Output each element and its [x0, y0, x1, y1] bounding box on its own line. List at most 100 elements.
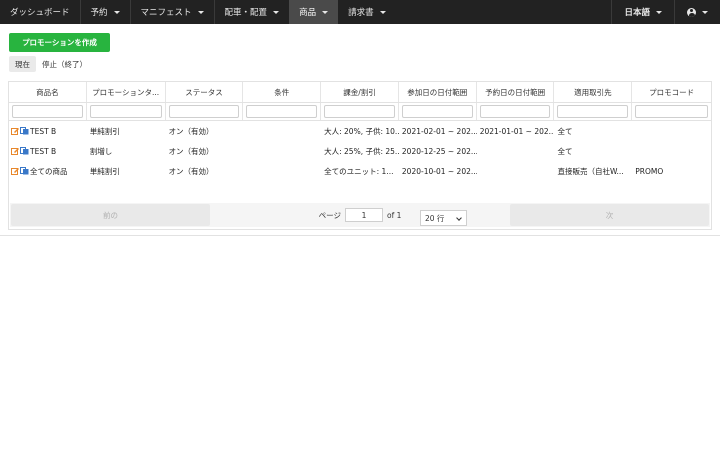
- nav-products-label: 商品: [299, 8, 317, 18]
- edit-icon[interactable]: [11, 167, 19, 175]
- column-header[interactable]: ステータス: [166, 82, 244, 102]
- nav-dashboard[interactable]: ダッシュボード: [0, 0, 80, 24]
- caret-down-icon: [197, 10, 204, 14]
- filter-input[interactable]: [168, 105, 240, 118]
- table-header: 商品名 プロモーションタ... ステータス 条件 課金/割引 参加日の日付範囲 …: [9, 82, 711, 103]
- table-cell: 大人: 20%, 子供: 10...: [324, 126, 399, 136]
- filter-input[interactable]: [246, 105, 318, 118]
- table-cell: 全て: [557, 146, 573, 156]
- top-navbar: ダッシュボード 予約 マニフェスト 配車・配置 商品 請求書 日本語: [0, 0, 720, 24]
- table-cell: 2020-12-25 ~ 202...: [401, 146, 477, 156]
- caret-down-icon: [273, 10, 280, 14]
- table-cell: オン（有効）: [168, 166, 214, 176]
- tab-stopped[interactable]: 停止（終了）: [36, 56, 93, 72]
- filter-cell: [9, 103, 87, 120]
- copy-icon[interactable]: [20, 147, 29, 155]
- filter-input[interactable]: [12, 105, 83, 118]
- column-header[interactable]: 参加日の日付範囲: [399, 82, 477, 102]
- column-header[interactable]: 適用取引先: [554, 82, 633, 102]
- filter-cell: [399, 103, 477, 120]
- caret-down-icon: [656, 10, 662, 14]
- table-cell: 単純割引: [89, 166, 120, 176]
- page-number-input[interactable]: 1: [344, 208, 383, 222]
- filter-cell: [321, 103, 399, 120]
- caret-down-icon: [322, 10, 329, 14]
- column-header[interactable]: 課金/割引: [321, 82, 399, 102]
- user-menu[interactable]: [675, 0, 720, 24]
- table-cell: 大人: 25%, 子供: 25...: [324, 146, 399, 156]
- caret-down-icon: [702, 10, 708, 14]
- table-cell: [243, 141, 321, 161]
- create-promotion-button[interactable]: プロモーションを作成: [9, 33, 110, 52]
- table-cell: 直接販売（自社W...: [557, 166, 624, 176]
- nav-products[interactable]: 商品: [289, 0, 339, 24]
- page-controls: ページ 1 of 1 20 行: [211, 208, 509, 226]
- nav-reservations-label: 予約: [90, 8, 108, 18]
- content-divider: [0, 235, 720, 236]
- column-header[interactable]: プロモコード: [632, 82, 711, 102]
- table-cell: 単純割引: [89, 126, 120, 136]
- column-header[interactable]: 条件: [243, 82, 322, 102]
- copy-icon[interactable]: [20, 127, 29, 135]
- user-circle-icon: [687, 7, 696, 17]
- rows-per-page-select[interactable]: 20 行: [420, 210, 467, 226]
- table-row[interactable]: 全ての商品 単純割引 オン（有効） 全てのユニット: 1... 2020-10-…: [9, 161, 711, 181]
- nav-manifest[interactable]: マニフェスト: [131, 0, 214, 24]
- table-cell: [477, 141, 555, 161]
- nav-invoices-label: 請求書: [348, 8, 374, 18]
- chevron-down-icon: [456, 215, 462, 221]
- table-cell: [632, 121, 711, 141]
- filter-cell: [87, 103, 166, 120]
- pagination: 前の ページ 1 of 1 20 行 次: [10, 203, 710, 227]
- table-cell: オン（有効）: [168, 146, 214, 156]
- nav-reservations[interactable]: 予約: [81, 0, 130, 24]
- table-cell: オン（有効）: [168, 126, 214, 136]
- caret-down-icon: [113, 10, 120, 14]
- page-total: of 1: [386, 210, 402, 220]
- prev-page-button[interactable]: 前の: [11, 204, 210, 226]
- product-name: TEST B: [30, 146, 57, 156]
- tab-current[interactable]: 現在: [9, 56, 36, 72]
- nav-dispatch[interactable]: 配車・配置: [215, 0, 290, 24]
- table-cell: [632, 141, 711, 161]
- promotions-table: 商品名 プロモーションタ... ステータス 条件 課金/割引 参加日の日付範囲 …: [8, 81, 712, 230]
- nav-dispatch-label: 配車・配置: [224, 8, 268, 18]
- table-cell: 全て: [557, 126, 573, 136]
- column-header[interactable]: 予約日の日付範囲: [477, 82, 555, 102]
- filter-cell: [166, 103, 244, 120]
- next-page-button[interactable]: 次: [510, 204, 709, 226]
- filter-input[interactable]: [324, 105, 395, 118]
- table-row[interactable]: TEST B 単純割引 オン（有効） 大人: 20%, 子供: 10... 20…: [9, 121, 711, 141]
- filter-input[interactable]: [479, 105, 551, 118]
- column-header[interactable]: プロモーションタ...: [87, 82, 166, 102]
- filter-input[interactable]: [401, 105, 473, 118]
- table-cell: TEST B: [9, 121, 87, 141]
- table-cell: PROMO: [635, 166, 664, 176]
- filter-cell: [477, 103, 555, 120]
- language-selector[interactable]: 日本語: [612, 0, 674, 24]
- product-name: 全ての商品: [30, 166, 68, 176]
- copy-icon[interactable]: [20, 167, 29, 175]
- nav-dashboard-label: ダッシュボード: [10, 8, 70, 18]
- filter-cell: [243, 103, 322, 120]
- product-name: TEST B: [30, 126, 57, 136]
- table-cell: TEST B: [9, 141, 87, 161]
- filter-input[interactable]: [89, 105, 162, 118]
- filter-cell: [554, 103, 633, 120]
- edit-icon[interactable]: [11, 127, 19, 135]
- table-cell: [243, 121, 321, 141]
- filter-input[interactable]: [557, 105, 629, 118]
- nav-invoices[interactable]: 請求書: [338, 0, 396, 24]
- table-cell: 2021-02-01 ~ 202...: [401, 126, 477, 136]
- status-tabs: 現在 停止（終了）: [9, 56, 93, 72]
- edit-icon[interactable]: [11, 147, 19, 155]
- table-cell: 割増し: [89, 146, 113, 156]
- table-row[interactable]: TEST B 割増し オン（有効） 大人: 25%, 子供: 25... 202…: [9, 141, 711, 161]
- table-cell: 全ての商品: [9, 161, 87, 181]
- nav-right: 日本語: [611, 0, 720, 24]
- table-cell: [243, 161, 321, 181]
- table-cell: [477, 161, 555, 181]
- page-label: ページ: [318, 210, 341, 220]
- filter-input[interactable]: [635, 105, 709, 118]
- column-header[interactable]: 商品名: [9, 82, 87, 102]
